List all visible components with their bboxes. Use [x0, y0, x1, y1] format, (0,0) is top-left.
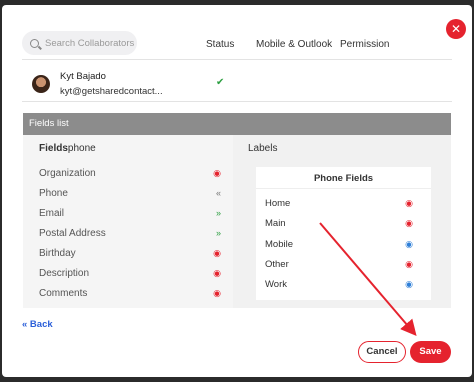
- annotation-arrow: [319, 222, 417, 337]
- collaborator-permissions-modal: ✕ Status Mobile & Outlook Permission Kyt…: [2, 5, 472, 377]
